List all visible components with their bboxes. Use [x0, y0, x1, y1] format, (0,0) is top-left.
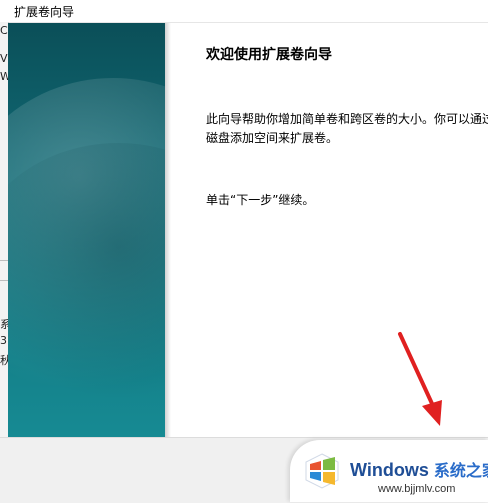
- red-arrow-annotation: [398, 332, 442, 426]
- wizard-description-line: 磁盘添加空间来扩展卷。: [206, 131, 339, 145]
- windows-logo-icon: [305, 453, 339, 489]
- background-text: 秋: [0, 354, 8, 367]
- window-titlebar[interactable]: 扩展卷向导: [0, 0, 488, 23]
- background-divider: [0, 280, 8, 281]
- watermark-url: www.bjjmlv.com: [378, 483, 456, 495]
- background-text: 3: [0, 334, 7, 347]
- background-text: W: [0, 70, 8, 83]
- background-divider: [0, 260, 8, 261]
- wizard-description-line: 此向导帮助你增加简单卷和跨区卷的大小。你可以通过: [206, 112, 488, 126]
- watermark-brand-en: Windows: [350, 460, 429, 480]
- wizard-description: 此向导帮助你增加简单卷和跨区卷的大小。你可以通过 磁盘添加空间来扩展卷。: [206, 110, 488, 148]
- background-text: V: [0, 52, 8, 65]
- wizard-banner: [8, 23, 165, 437]
- wizard-heading: 欢迎使用扩展卷向导: [206, 47, 332, 63]
- watermark-brand: Windows 系统之家: [350, 457, 488, 481]
- watermark-brand-cn: 系统之家: [433, 463, 488, 480]
- banner-shadow: [165, 23, 171, 437]
- site-watermark: Windows 系统之家 www.bjjmlv.com: [290, 440, 488, 502]
- background-text: C: [0, 24, 8, 37]
- background-text: 系: [0, 318, 8, 331]
- window-title: 扩展卷向导: [14, 5, 75, 19]
- wizard-instruction: 单击“下一步”继续。: [206, 193, 315, 207]
